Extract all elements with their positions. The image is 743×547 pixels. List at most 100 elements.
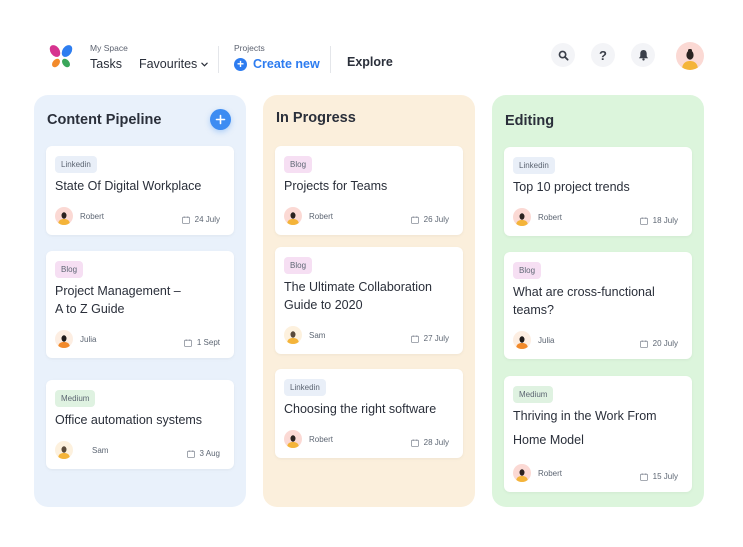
calendar-icon — [410, 215, 419, 224]
column-title: Content Pipeline — [47, 112, 162, 128]
due-date: 20 July — [639, 339, 678, 348]
user-avatar-icon — [676, 42, 704, 70]
assignee-name: Julia — [538, 335, 555, 345]
due-date-text: 20 July — [652, 339, 678, 348]
assignee-avatar — [55, 207, 73, 225]
assignee-avatar — [284, 430, 302, 448]
task-card[interactable]: Blog What are cross-functional teams? Julia… — [504, 252, 692, 359]
column-content-pipeline: Content Pipeline Linkedin State Of Digital… — [34, 95, 246, 507]
card-assignee: Robert — [513, 464, 562, 482]
calendar-icon — [183, 338, 192, 347]
card-title: Projects for Teams — [284, 179, 388, 193]
calendar-icon — [639, 472, 648, 481]
search-icon — [558, 50, 569, 61]
task-card[interactable]: Blog Projects for Teams Robert 26 July — [275, 146, 463, 235]
due-date: 18 July — [639, 216, 678, 225]
due-date-text: 28 July — [423, 438, 449, 447]
tag-badge: Medium — [55, 390, 96, 407]
user-avatar[interactable] — [676, 42, 704, 70]
calendar-icon — [181, 215, 190, 224]
column-title: In Progress — [276, 110, 356, 126]
my-space-nav: My Space Tasks Favourites — [90, 43, 225, 71]
card-title: State Of Digital Workplace — [55, 179, 202, 193]
tag-badge: Blog — [284, 156, 313, 173]
assignee-name: Sam — [309, 330, 326, 340]
due-date-text: 15 July — [652, 472, 678, 481]
due-date-text: 26 July — [423, 215, 449, 224]
calendar-icon — [639, 216, 648, 225]
create-new-button[interactable]: + Create new — [234, 57, 320, 71]
card-title: The Ultimate Collaboration — [284, 280, 432, 294]
tasks-link[interactable]: Tasks — [90, 57, 122, 71]
card-title: Office automation systems — [55, 413, 203, 427]
task-card[interactable]: Linkedin Top 10 project trends Robert 18 Ju… — [504, 147, 692, 236]
tag-badge: Blog — [513, 262, 542, 279]
plus-circle-icon: + — [234, 57, 247, 71]
due-date: 26 July — [410, 215, 449, 224]
due-date-text: 3 Aug — [199, 449, 220, 458]
search-button[interactable] — [551, 43, 575, 67]
task-card[interactable]: Blog The Ultimate Collaboration Guide to 2… — [275, 247, 463, 354]
tag-badge: Blog — [55, 261, 84, 278]
card-assignee: Robert — [284, 207, 333, 225]
add-card-button[interactable] — [210, 109, 231, 130]
due-date-text: 1 Sept — [196, 338, 220, 347]
task-card[interactable]: Linkedin State Of Digital Workplace Robert… — [46, 146, 234, 235]
card-title: Thriving in the Work From — [513, 409, 657, 423]
assignee-avatar — [513, 464, 531, 482]
app-logo-icon[interactable] — [47, 43, 75, 71]
tag-badge: Linkedin — [513, 157, 555, 174]
task-card[interactable]: Blog Project Management – A to Z Guide Juli… — [46, 251, 234, 358]
calendar-icon — [186, 449, 195, 458]
due-date: 1 Sept — [183, 338, 220, 347]
card-title: Choosing the right software — [284, 402, 437, 416]
task-card[interactable]: Medium Thriving in the Work From Home Mode… — [504, 376, 692, 492]
card-assignee: Sam — [284, 326, 325, 344]
assignee-avatar — [284, 326, 302, 344]
due-date: 27 July — [410, 334, 449, 343]
assignee-name: Robert — [309, 211, 334, 221]
tag-badge: Blog — [284, 257, 313, 274]
card-title: Top 10 project trends — [513, 180, 630, 194]
calendar-icon — [410, 438, 419, 447]
projects-caption: Projects — [234, 43, 265, 53]
card-title: A to Z Guide — [55, 302, 125, 316]
card-assignee: Robert — [513, 208, 562, 226]
assignee-name: Robert — [538, 212, 563, 222]
card-assignee: Robert — [55, 207, 104, 225]
my-space-caption: My Space — [90, 43, 128, 53]
assignee-avatar — [55, 441, 73, 459]
notifications-button[interactable] — [631, 43, 655, 67]
due-date: 3 Aug — [186, 449, 220, 458]
due-date-text: 24 July — [194, 215, 220, 224]
chevron-down-icon — [201, 62, 209, 67]
favourites-dropdown[interactable]: Favourites — [139, 57, 209, 71]
calendar-icon — [639, 339, 648, 348]
assignee-name: Julia — [80, 334, 97, 344]
due-date-text: 18 July — [652, 216, 678, 225]
assignee-name: Robert — [538, 468, 563, 478]
card-title: Project Management – — [55, 284, 181, 298]
card-assignee: Julia — [513, 331, 554, 349]
tag-badge: Medium — [513, 386, 554, 403]
help-button[interactable]: ? — [591, 43, 615, 67]
assignee-avatar — [513, 331, 531, 349]
task-card[interactable]: Linkedin Choosing the right software Rober… — [275, 369, 463, 458]
card-assignee: Julia — [55, 330, 96, 348]
assignee-name: Robert — [80, 211, 105, 221]
column-title: Editing — [505, 113, 555, 129]
calendar-icon — [410, 334, 419, 343]
task-card[interactable]: Medium Office automation systems Sam 3 Aug — [46, 380, 234, 469]
explore-link[interactable]: Explore — [347, 55, 393, 69]
card-assignee: Robert — [284, 430, 333, 448]
due-date: 28 July — [410, 438, 449, 447]
nav-divider — [218, 46, 219, 73]
card-title: Home Model — [513, 433, 584, 447]
assignee-avatar — [513, 208, 531, 226]
plus-icon — [215, 114, 226, 125]
projects-nav: Projects + Create new — [234, 43, 337, 71]
create-new-label: Create new — [253, 57, 320, 71]
card-assignee: Sam — [55, 441, 108, 459]
assignee-avatar — [284, 207, 302, 225]
tag-badge: Linkedin — [55, 156, 97, 173]
